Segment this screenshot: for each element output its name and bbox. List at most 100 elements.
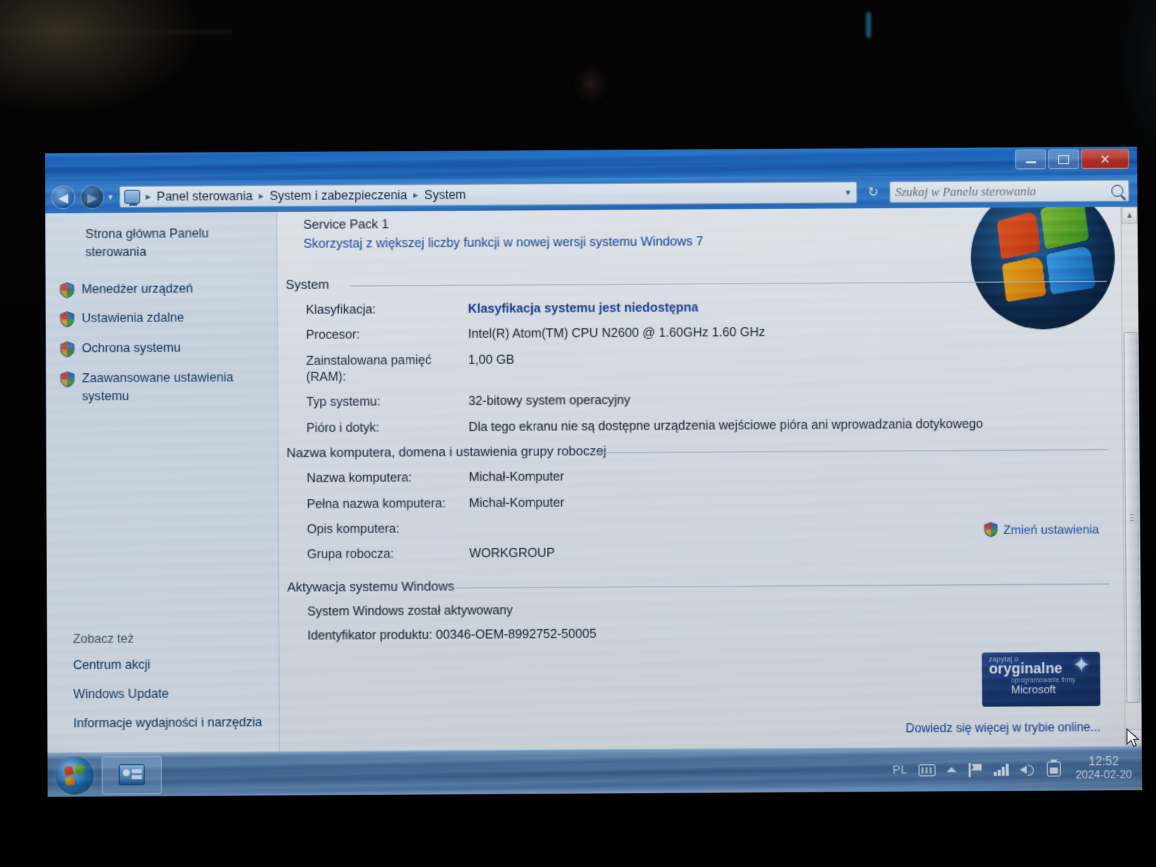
property-row: Klasyfikacja: Klasyfikacja systemu jest … bbox=[306, 297, 1108, 318]
keyboard-icon[interactable] bbox=[918, 763, 936, 776]
maximize-button[interactable] bbox=[1048, 149, 1080, 170]
property-value: WORKGROUP bbox=[469, 546, 555, 561]
activation-status: System Windows został aktywowany bbox=[307, 602, 513, 619]
shield-icon bbox=[60, 371, 75, 388]
sidebar-item-device-manager[interactable]: Menedżer urządzeń bbox=[46, 276, 277, 301]
address-dropdown-icon[interactable]: ▾ bbox=[846, 187, 853, 198]
property-label: Klasyfikacja: bbox=[305, 302, 376, 317]
property-row: Zainstalowana pamięć (RAM): 1,00 GB bbox=[306, 348, 1108, 386]
computer-icon bbox=[123, 189, 140, 204]
property-label: Grupa robocza: bbox=[307, 547, 395, 562]
section-divider bbox=[455, 583, 1110, 589]
network-signal-icon[interactable] bbox=[993, 763, 1009, 776]
property-value: 1,00 GB bbox=[468, 352, 515, 367]
breadcrumb-separator: ▸ bbox=[413, 189, 419, 201]
see-also-item-performance-info[interactable]: Informacje wydajności i narzędzia bbox=[73, 714, 266, 733]
see-also-section: Zobacz też Centrum akcji Windows Update … bbox=[47, 631, 279, 744]
system-section-heading: System bbox=[284, 272, 1108, 292]
property-label: Procesor: bbox=[305, 327, 360, 343]
breadcrumb-item-system[interactable]: System bbox=[422, 187, 468, 203]
sidebar-item-label: Menedżer urządzeń bbox=[81, 280, 193, 296]
system-properties-window: ✕ ◀ ▶ ▾ ▸ Panel sterowania ▸ System i za… bbox=[45, 146, 1143, 797]
system-tray: PL 12:52 2024-02-20 bbox=[893, 754, 1139, 784]
minimize-icon bbox=[1025, 161, 1036, 164]
learn-more-online-link[interactable]: Dowiedz się więcej w trybie online... bbox=[906, 720, 1101, 735]
sidebar-item-label: Ochrona systemu bbox=[81, 340, 181, 356]
control-panel-icon bbox=[118, 764, 145, 786]
system-properties-list: Klasyfikacja: Klasyfikacja systemu jest … bbox=[284, 297, 1109, 436]
taskbar-clock[interactable]: 12:52 2024-02-20 bbox=[1071, 754, 1133, 783]
property-value: 32-bitowy system operacyjny bbox=[468, 393, 631, 409]
battery-icon[interactable] bbox=[1046, 761, 1061, 777]
refresh-button[interactable]: ↻ bbox=[862, 181, 884, 203]
shield-icon bbox=[60, 281, 75, 298]
flag-quadrant bbox=[75, 774, 86, 784]
recent-pages-dropdown[interactable]: ▾ bbox=[108, 191, 113, 202]
scroll-up-button[interactable]: ▲ bbox=[1121, 206, 1138, 224]
change-settings-label: Zmień ustawienia bbox=[1003, 521, 1100, 537]
language-indicator[interactable]: PL bbox=[893, 764, 908, 776]
scrollbar-thumb[interactable] bbox=[1123, 331, 1141, 703]
action-center-flag-icon[interactable] bbox=[968, 762, 983, 776]
genuine-microsoft-badge[interactable]: ✦ zapytaj o oryginalne oprogramowanie fi… bbox=[981, 651, 1101, 707]
search-box[interactable] bbox=[889, 179, 1130, 204]
window-controls: ✕ bbox=[1015, 148, 1130, 170]
flag-quadrant bbox=[64, 765, 74, 775]
sidebar-item-label: Zaawansowane ustawienia systemu bbox=[81, 370, 234, 404]
sidebar-item-system-protection[interactable]: Ochrona systemu bbox=[46, 336, 277, 361]
address-bar[interactable]: ▸ Panel sterowania ▸ System i zabezpiecz… bbox=[118, 181, 858, 208]
window-body: Strona główna Panelu sterowania Menedżer… bbox=[45, 206, 1142, 753]
forward-button[interactable]: ▶ bbox=[80, 184, 105, 210]
property-label: Zainstalowana pamięć (RAM): bbox=[306, 352, 432, 385]
see-also-item-action-center[interactable]: Centrum akcji bbox=[73, 656, 266, 675]
webcam-reflection bbox=[578, 70, 604, 100]
system-section-heading-text: System bbox=[285, 276, 330, 292]
see-also-title: Zobacz też bbox=[73, 631, 134, 647]
taskbar-button-control-panel[interactable] bbox=[101, 755, 162, 794]
activation-details: System Windows został aktywowany Identyf… bbox=[285, 599, 1110, 642]
start-button[interactable] bbox=[55, 755, 94, 795]
search-icon bbox=[1111, 184, 1124, 197]
property-row: Grupa robocza: WORKGROUP bbox=[307, 542, 1109, 563]
upgrade-windows-link[interactable]: Skorzystaj z większej liczby funkcji w n… bbox=[283, 231, 1106, 251]
shield-icon bbox=[60, 311, 75, 328]
breadcrumb-item-control-panel[interactable]: Panel sterowania bbox=[155, 188, 255, 205]
activation-section-heading: Aktywacja systemu Windows bbox=[285, 574, 1110, 594]
property-value: Michał-Komputer bbox=[468, 469, 565, 485]
search-input[interactable] bbox=[895, 183, 1112, 200]
sidebar-item-advanced-system-settings[interactable]: Zaawansowane ustawienia systemu bbox=[46, 366, 277, 409]
minimize-button[interactable] bbox=[1015, 149, 1047, 170]
change-settings-link[interactable]: Zmień ustawienia bbox=[984, 520, 1099, 538]
property-label: Opis komputera: bbox=[306, 521, 400, 537]
volume-speaker-icon[interactable] bbox=[1019, 763, 1035, 776]
sidebar: Strona główna Panelu sterowania Menedżer… bbox=[45, 211, 280, 753]
property-value: Michał-Komputer bbox=[468, 495, 565, 510]
maximize-icon bbox=[1058, 154, 1070, 164]
taskbar: PL 12:52 2024-02-20 bbox=[47, 745, 1143, 797]
sidebar-item-remote-settings[interactable]: Ustawienia zdalne bbox=[46, 306, 277, 331]
property-label: Typ systemu: bbox=[306, 394, 381, 410]
service-pack-label: Service Pack 1 bbox=[303, 216, 389, 232]
back-button[interactable]: ◀ bbox=[51, 185, 76, 210]
laptop-screen: ✕ ◀ ▶ ▾ ▸ Panel sterowania ▸ System i za… bbox=[45, 146, 1143, 797]
clock-time: 12:52 bbox=[1088, 754, 1119, 769]
property-row: Pełna nazwa komputera: Michał-Komputer bbox=[307, 491, 1109, 512]
show-hidden-icons-chevron-icon[interactable] bbox=[946, 767, 957, 773]
see-also-item-windows-update[interactable]: Windows Update bbox=[73, 685, 266, 704]
led-reflection bbox=[866, 12, 871, 38]
property-value[interactable]: Klasyfikacja systemu jest niedostępna bbox=[468, 297, 1107, 317]
computer-name-section-heading-text: Nazwa komputera, domena i ustawienia gru… bbox=[286, 443, 607, 461]
section-divider bbox=[584, 449, 1109, 454]
close-button[interactable]: ✕ bbox=[1081, 148, 1130, 170]
property-label: Pióro i dotyk: bbox=[306, 420, 380, 435]
windows-start-icon bbox=[64, 763, 86, 785]
breadcrumb-item-system-security[interactable]: System i zabezpieczenia bbox=[268, 187, 410, 204]
property-value: Dla tego ekranu nie są dostępne urządzen… bbox=[468, 416, 983, 434]
property-row: Procesor: Intel(R) Atom(TM) CPU N2600 @ … bbox=[306, 322, 1108, 343]
property-value: Intel(R) Atom(TM) CPU N2600 @ 1.60GHz 1.… bbox=[468, 325, 766, 342]
sidebar-item-control-panel-home[interactable]: Strona główna Panelu sterowania bbox=[45, 224, 276, 262]
section-divider bbox=[349, 280, 1108, 287]
property-row: Pióro i dotyk: Dla tego ekranu nie są do… bbox=[306, 415, 1108, 436]
badge-line-4: Microsoft bbox=[1011, 684, 1056, 697]
breadcrumb-spacer bbox=[470, 192, 844, 194]
